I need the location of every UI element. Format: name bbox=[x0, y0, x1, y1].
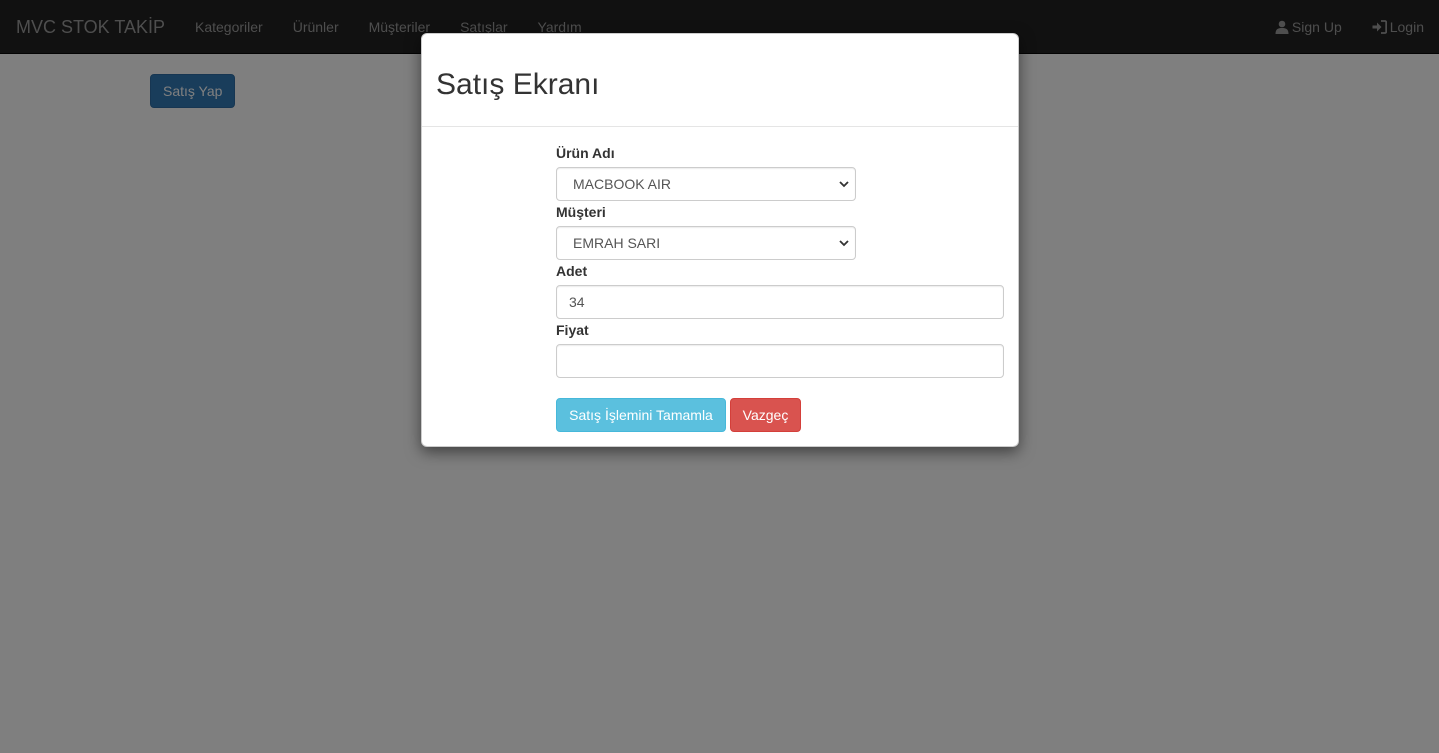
product-select[interactable]: MACBOOK AIR bbox=[556, 167, 856, 201]
modal-title: Satış Ekranı bbox=[436, 68, 600, 101]
price-input[interactable] bbox=[556, 344, 1004, 378]
complete-sale-button[interactable]: Satış İşlemini Tamamla bbox=[556, 398, 726, 432]
product-label: Ürün Adı bbox=[556, 145, 615, 161]
cancel-button[interactable]: Vazgeç bbox=[730, 398, 801, 432]
customer-select[interactable]: EMRAH SARI bbox=[556, 226, 856, 260]
sale-modal: Satış Ekranı Ürün Adı MACBOOK AIR Müşter… bbox=[421, 33, 1019, 447]
chevron-down-icon bbox=[839, 181, 849, 188]
quantity-input[interactable]: 34 bbox=[556, 285, 1004, 319]
modal-header: Satış Ekranı bbox=[422, 34, 1018, 127]
price-label: Fiyat bbox=[556, 322, 589, 338]
quantity-label: Adet bbox=[556, 263, 588, 279]
customer-select-value: EMRAH SARI bbox=[573, 235, 661, 251]
chevron-down-icon bbox=[839, 240, 849, 247]
product-select-value: MACBOOK AIR bbox=[573, 176, 672, 192]
customer-label: Müşteri bbox=[556, 204, 606, 220]
